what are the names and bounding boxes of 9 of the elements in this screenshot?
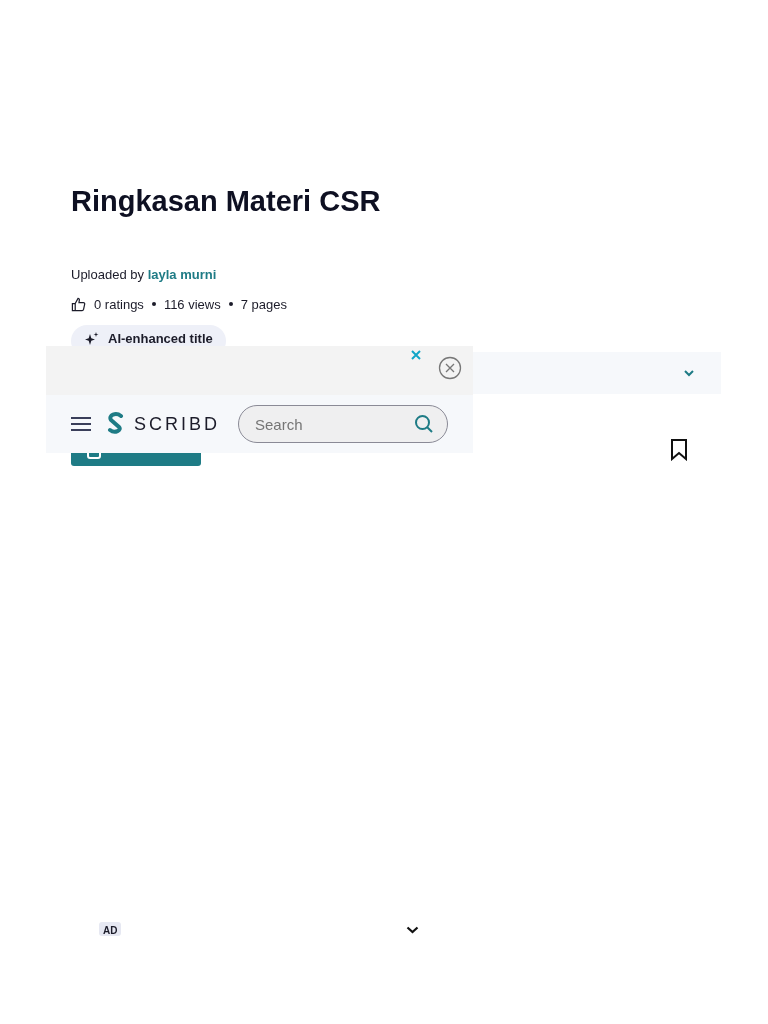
document-title: Ringkasan Materi CSR: [71, 184, 382, 219]
logo-text[interactable]: SCRIBD: [134, 410, 220, 438]
search-field[interactable]: Search: [238, 405, 448, 443]
views-count: 116 views: [163, 295, 221, 314]
ratings-count: 0 ratings: [94, 295, 144, 314]
pages-count: 7 pages: [240, 295, 287, 314]
uploaded-by-label: Uploaded by: [71, 267, 144, 282]
ad-label: AD: [99, 922, 122, 936]
uploader-link[interactable]: layla murni: [147, 267, 217, 282]
